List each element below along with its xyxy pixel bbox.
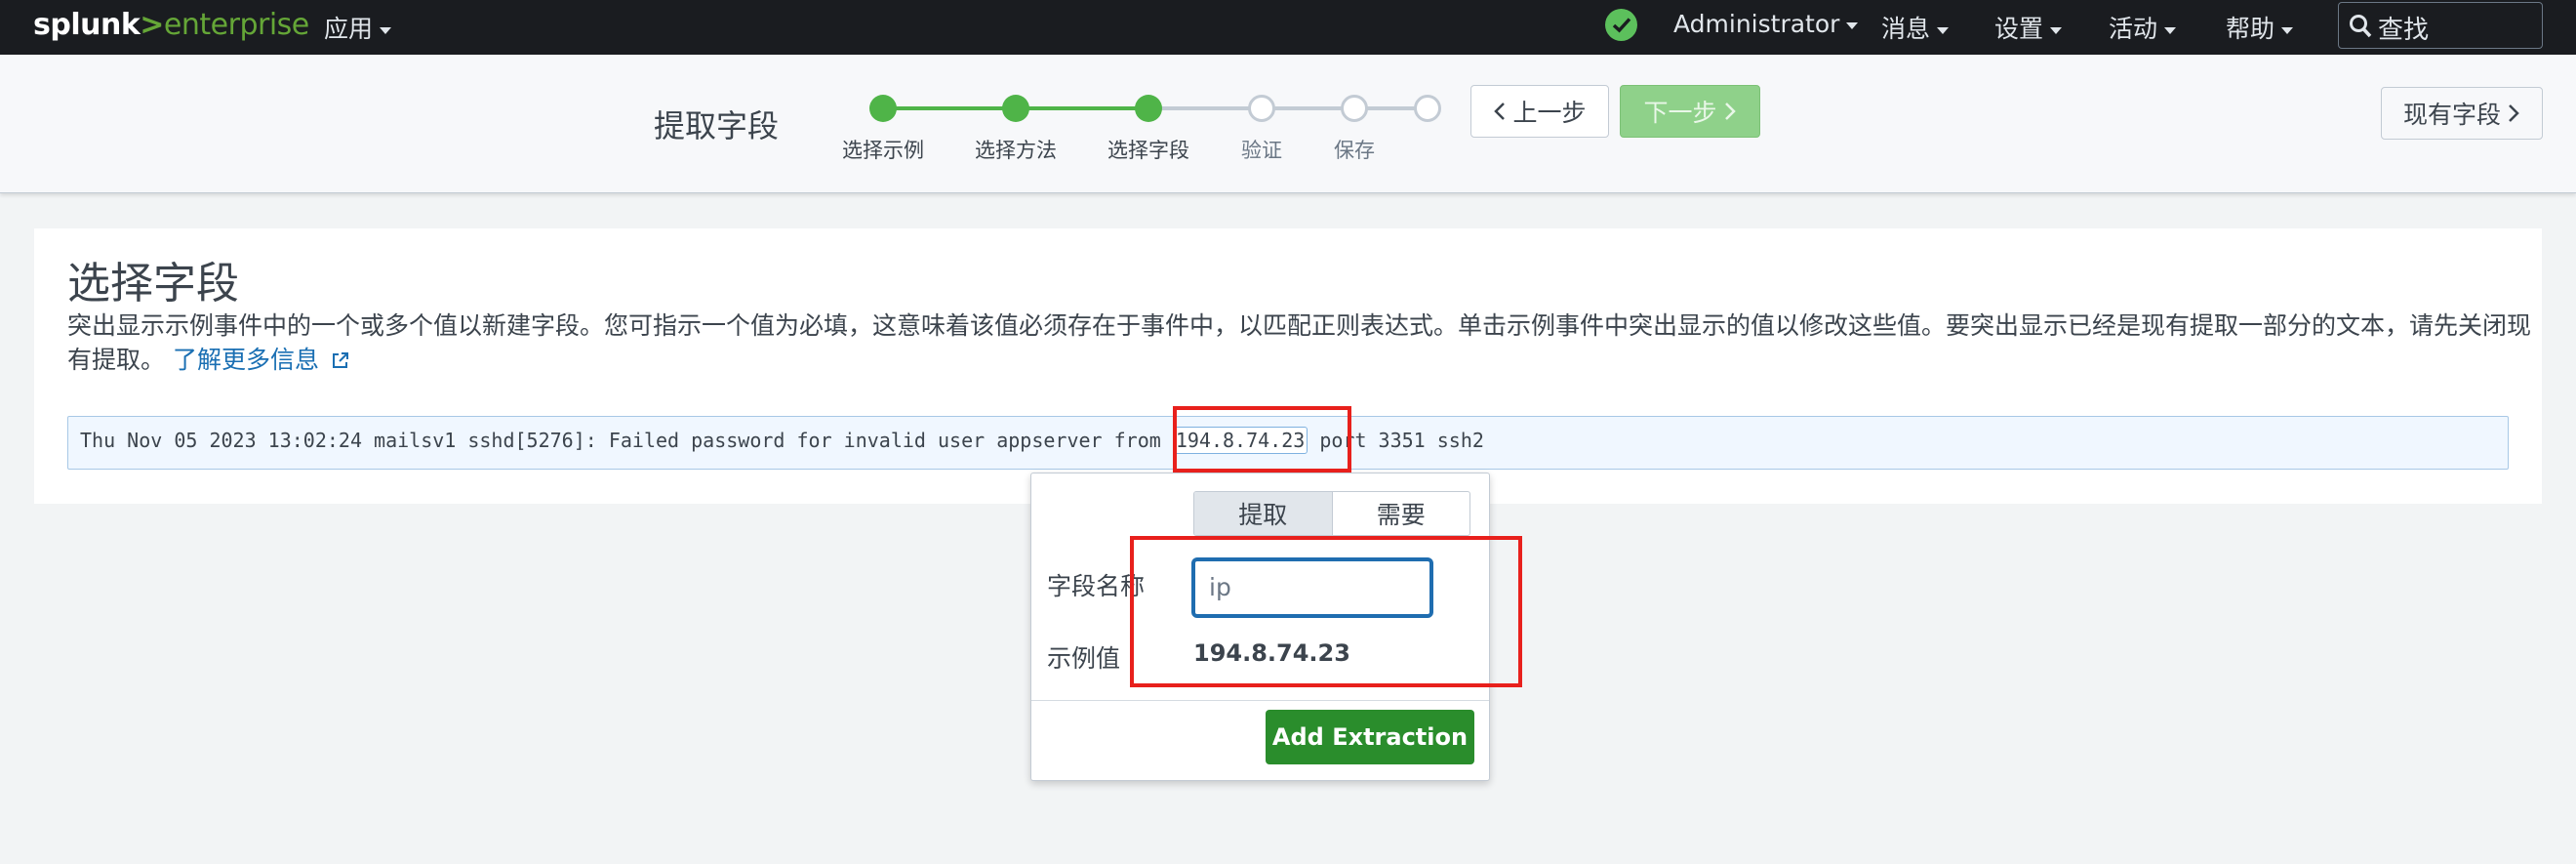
step-dot-select-sample	[869, 95, 897, 122]
tab-require[interactable]: 需要	[1333, 492, 1470, 535]
next-step-label: 下一步	[1643, 99, 1717, 127]
event-text-before: Thu Nov 05 2023 13:02:24 mailsv1 sshd[52…	[80, 429, 1173, 452]
extract-require-toggle: 提取 需要	[1193, 491, 1470, 536]
chevron-right-icon	[1724, 103, 1736, 120]
user-menu[interactable]: Administrator	[1673, 10, 1859, 38]
next-step-button[interactable]: 下一步	[1620, 85, 1760, 138]
chevron-down-icon	[2164, 26, 2177, 34]
step-label-validate: 验证	[1241, 139, 1282, 162]
step-label-select-method: 选择方法	[975, 139, 1057, 162]
wizard-title: 提取字段	[654, 107, 780, 144]
step-dot-finish	[1414, 95, 1441, 122]
step-label-select-sample: 选择示例	[842, 139, 924, 162]
chevron-down-icon	[2281, 26, 2294, 34]
health-status-icon[interactable]	[1605, 9, 1637, 41]
step-connector	[1016, 106, 1148, 110]
panel-description: 突出显示示例事件中的一个或多个值以新建字段。您可指示一个值为必填，这意味着该值必…	[67, 309, 2546, 377]
step-label-save: 保存	[1334, 139, 1375, 162]
previous-step-button[interactable]: 上一步	[1470, 85, 1609, 138]
external-link-icon	[332, 352, 348, 368]
activity-menu-label: 活动	[2109, 15, 2158, 43]
step-dot-select-fields	[1135, 95, 1162, 122]
chevron-down-icon	[1846, 21, 1859, 29]
tab-extract[interactable]: 提取	[1194, 492, 1333, 535]
splunk-logo[interactable]: splunk>enterprise	[33, 8, 309, 42]
user-menu-label: Administrator	[1673, 10, 1840, 38]
extract-fields-wizard: 提取字段 选择示例 选择方法 选择字段 验证 保存 上一步 下一步 现有字段	[0, 55, 2576, 193]
divider	[1031, 700, 1489, 701]
description-text: 突出显示示例事件中的一个或多个值以新建字段。您可指示一个值为必填，这意味着该值必…	[67, 311, 2532, 374]
messages-menu-label: 消息	[1881, 15, 1931, 43]
existing-fields-label: 现有字段	[2402, 101, 2501, 129]
previous-step-label: 上一步	[1512, 99, 1587, 127]
apps-menu[interactable]: 应用	[324, 10, 392, 45]
chevron-down-icon	[1937, 26, 1950, 34]
step-dot-validate	[1248, 95, 1275, 122]
help-menu[interactable]: 帮助	[2226, 10, 2294, 45]
existing-fields-button[interactable]: 现有字段	[2381, 87, 2543, 140]
field-annotation	[1130, 536, 1522, 687]
top-nav-bar: splunk>enterprise 应用 Administrator 消息 设置…	[0, 0, 2576, 55]
help-menu-label: 帮助	[2226, 15, 2275, 43]
messages-menu[interactable]: 消息	[1881, 10, 1950, 45]
search-placeholder: 查找	[2378, 16, 2430, 45]
apps-menu-label: 应用	[324, 15, 374, 43]
search-input[interactable]: 查找	[2338, 2, 2543, 49]
chevron-down-icon	[2050, 26, 2063, 34]
step-dot-save	[1341, 95, 1368, 122]
settings-menu-label: 设置	[1994, 15, 2044, 43]
panel-title: 选择字段	[67, 259, 239, 309]
activity-menu[interactable]: 活动	[2109, 10, 2177, 45]
step-connector	[883, 106, 1016, 110]
chevron-right-icon	[2509, 104, 2519, 122]
highlight-annotation	[1173, 406, 1351, 473]
sample-value-label: 示例值	[1047, 644, 1121, 673]
step-connector	[1148, 106, 1262, 110]
step-label-select-fields: 选择字段	[1107, 139, 1189, 162]
chevron-left-icon	[1494, 103, 1506, 120]
add-extraction-button[interactable]: Add Extraction	[1266, 710, 1474, 764]
learn-more-link[interactable]: 了解更多信息	[173, 346, 350, 374]
step-dot-select-method	[1002, 95, 1029, 122]
search-icon	[2350, 15, 2372, 38]
settings-menu[interactable]: 设置	[1994, 10, 2063, 45]
chevron-down-icon	[380, 26, 392, 34]
